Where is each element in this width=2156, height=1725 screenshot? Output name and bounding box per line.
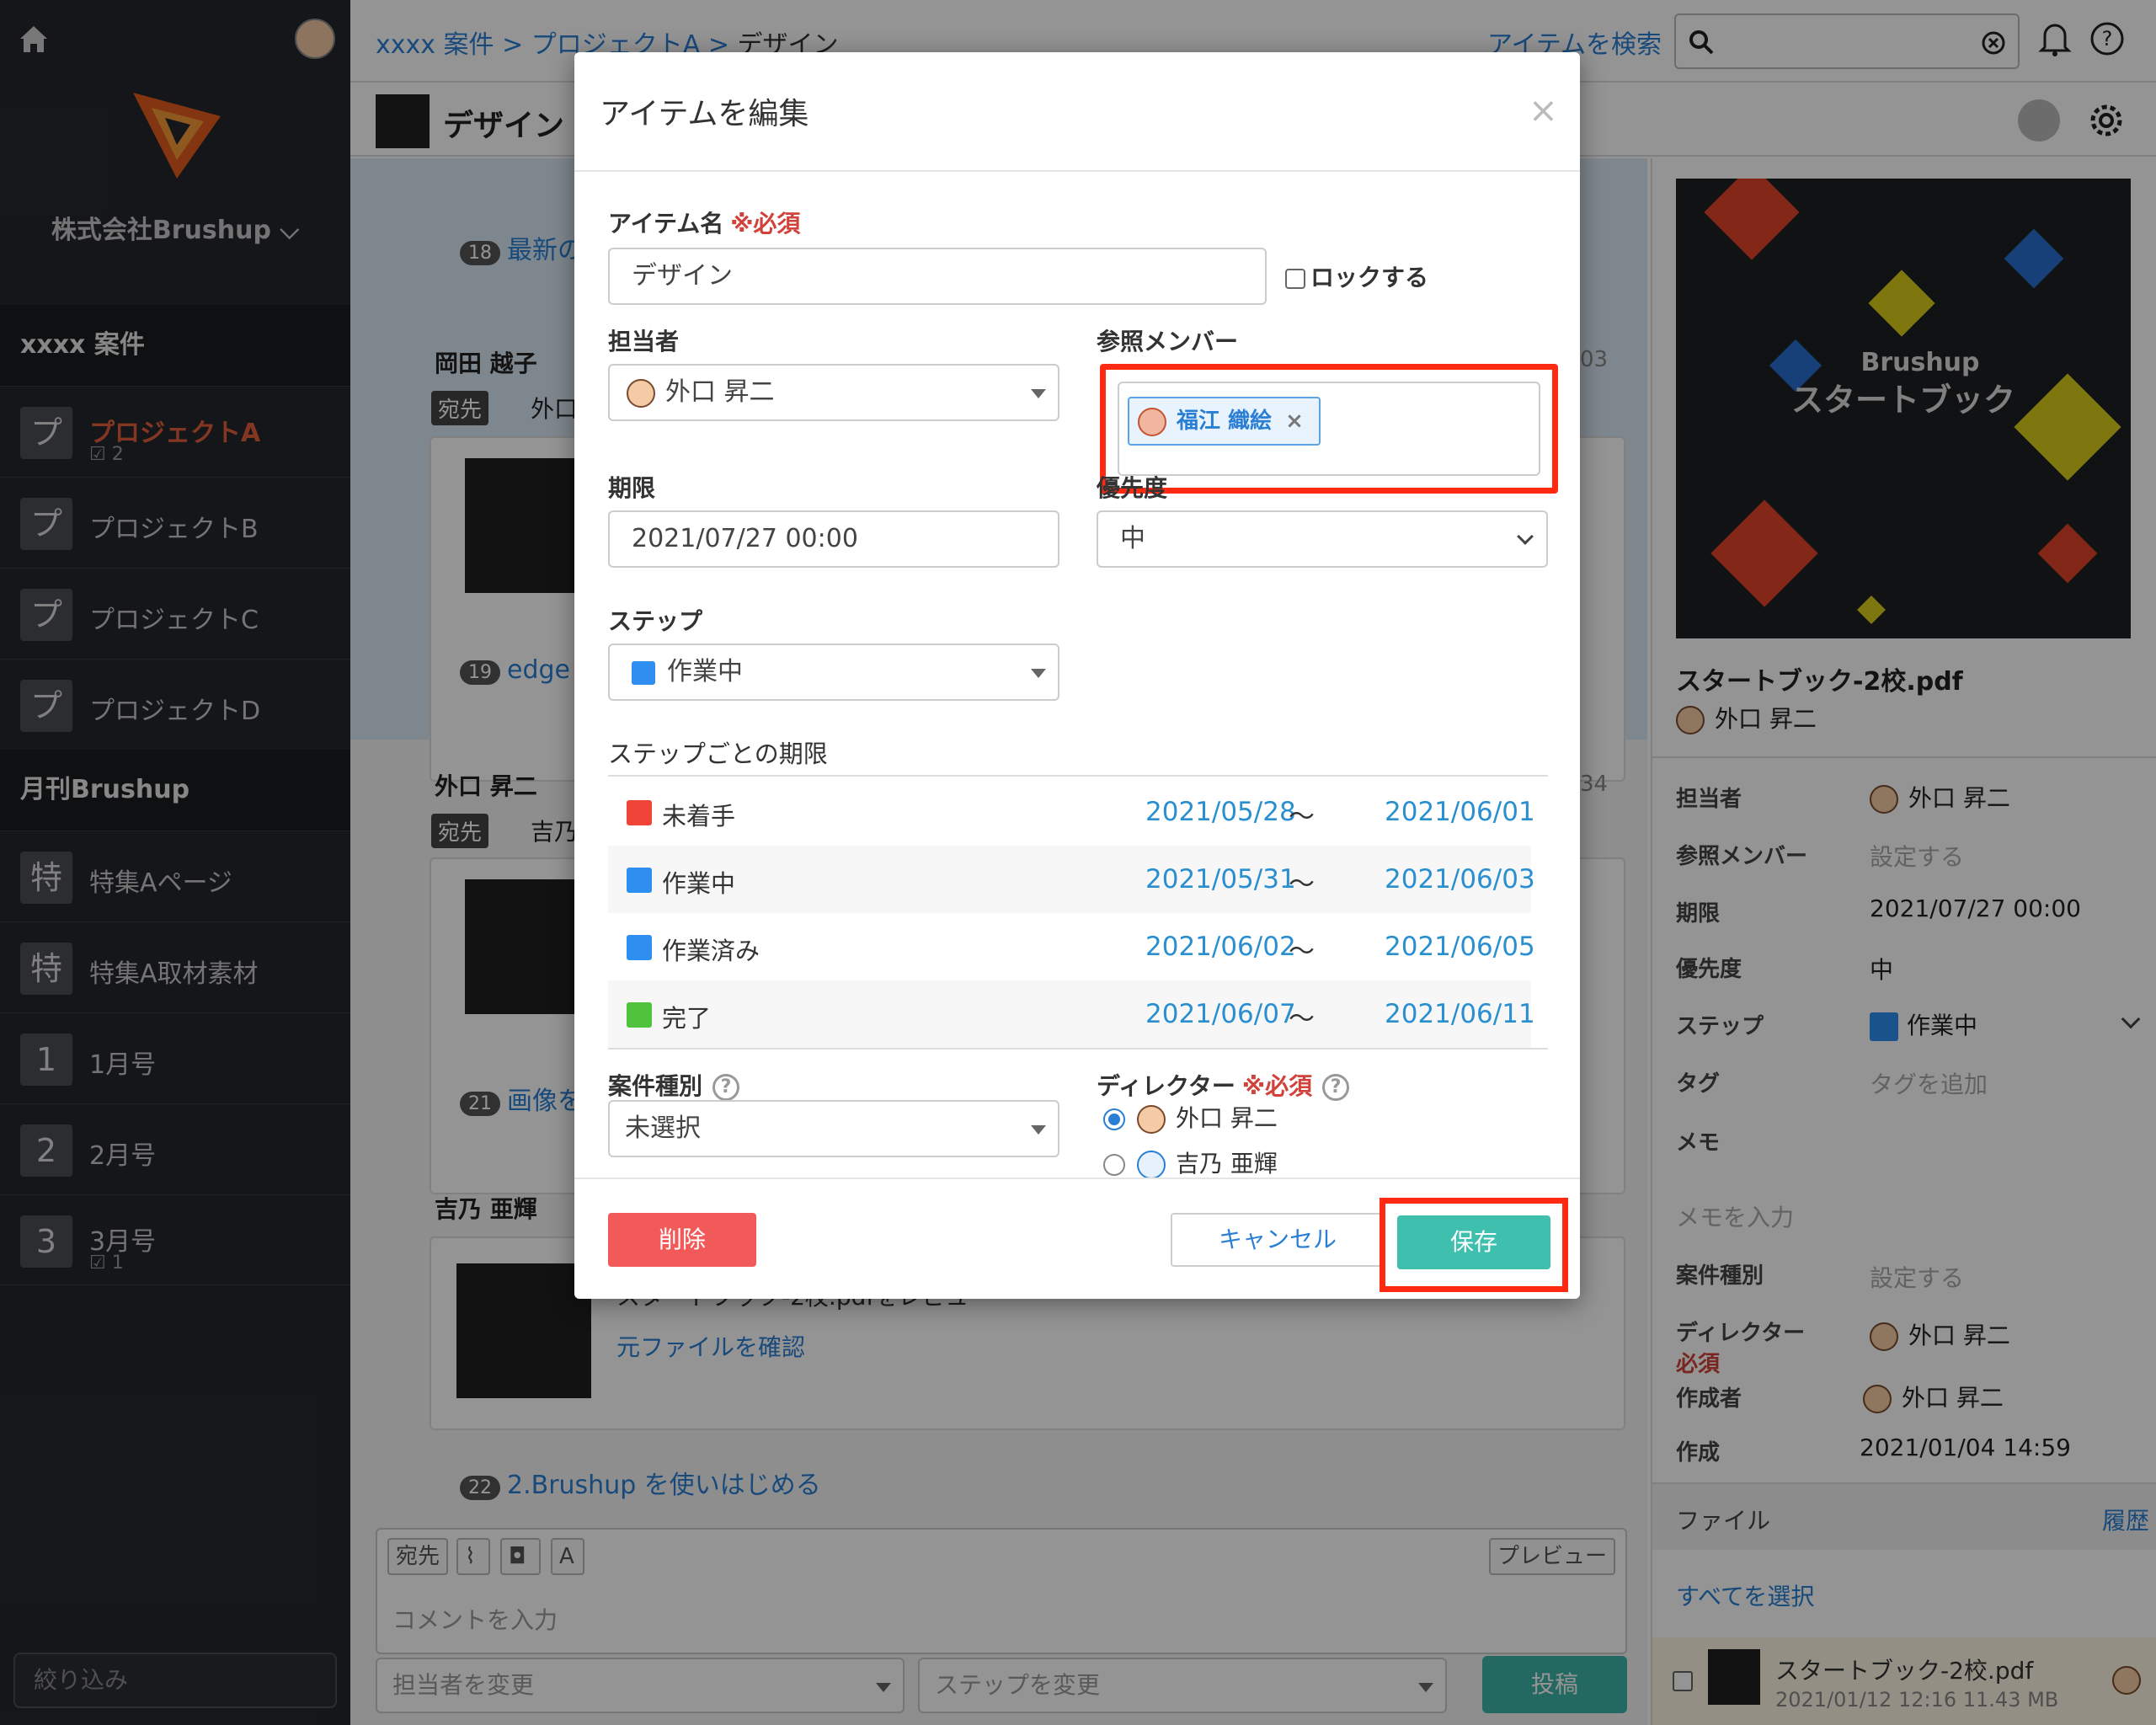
date-separator: 〜 — [1289, 869, 1315, 900]
step-color-swatch — [627, 800, 652, 825]
help-icon[interactable]: ? — [712, 1074, 740, 1101]
dropdown-arrow-icon — [1031, 389, 1046, 398]
avatar — [1137, 1151, 1166, 1179]
due-label: 期限 — [608, 474, 656, 502]
checkbox-label: ロックする — [1310, 264, 1429, 291]
step-start-date[interactable]: 2021/06/07 — [1145, 999, 1296, 1029]
edit-item-dialog: アイテムを編集 × アイテム名 ※必須 デザイン ロックする 担当者 外口 昇二 … — [574, 52, 1580, 1299]
remove-member-icon[interactable]: × — [1285, 409, 1304, 434]
save-highlight: 保存 — [1380, 1198, 1568, 1292]
step-due-label: ステップごとの期限 — [608, 740, 828, 768]
item-name-label: アイテム名 ※必須 — [608, 206, 800, 239]
dialog-header: アイテムを編集 × — [574, 52, 1580, 172]
avatar — [627, 378, 655, 408]
step-name: 未着手 — [662, 802, 736, 830]
dialog-title: アイテムを編集 — [600, 97, 809, 131]
due-input[interactable]: 2021/07/27 00:00 — [608, 510, 1059, 568]
step-end-date[interactable]: 2021/06/05 — [1385, 932, 1535, 962]
step-due-row: 完了 2021/06/07 〜 2021/06/11 — [608, 980, 1535, 1048]
radio-unselected[interactable] — [1103, 1154, 1125, 1176]
step-end-date[interactable]: 2021/06/01 — [1385, 797, 1535, 827]
lock-checkbox[interactable]: ロックする — [1285, 259, 1428, 293]
date-separator: 〜 — [1289, 937, 1315, 967]
member-name: 福江 織絵 — [1177, 409, 1273, 434]
director-label: ディレクター ※必須? — [1097, 1068, 1350, 1102]
members-label: 参照メンバー — [1097, 328, 1239, 355]
divider — [608, 1048, 1548, 1049]
dialog-footer: 削除 キャンセル 保存 — [574, 1178, 1580, 1299]
step-end-date[interactable]: 2021/06/11 — [1385, 999, 1535, 1029]
director-name: 吉乃 亜輝 — [1176, 1150, 1278, 1178]
assignee-select[interactable]: 外口 昇二 — [608, 364, 1059, 421]
priority-value: 中 — [1120, 524, 1145, 553]
assignee-name: 外口 昇二 — [665, 377, 775, 407]
step-color-swatch — [627, 868, 652, 893]
dropdown-arrow-icon — [1031, 669, 1046, 678]
avatar — [1138, 407, 1166, 436]
step-start-date[interactable]: 2021/05/28 — [1145, 797, 1296, 827]
required-mark: ※必須 — [730, 210, 801, 238]
step-color-swatch — [632, 660, 655, 685]
date-separator: 〜 — [1289, 802, 1315, 832]
step-name: 作業中 — [662, 869, 736, 898]
category-label: 案件種別? — [608, 1068, 740, 1102]
label-text: アイテム名 — [608, 210, 724, 238]
radio-selected[interactable] — [1103, 1108, 1125, 1130]
category-select[interactable]: 未選択 — [608, 1100, 1059, 1157]
step-color-swatch — [627, 935, 652, 960]
divider — [608, 775, 1548, 777]
step-name: 作業済み — [662, 937, 760, 965]
director-option-1[interactable]: 外口 昇二 — [1103, 1100, 1278, 1134]
director-name: 外口 昇二 — [1176, 1104, 1278, 1132]
label-text: 案件種別 — [608, 1072, 703, 1100]
step-start-date[interactable]: 2021/06/02 — [1145, 932, 1296, 962]
members-highlight: 福江 織絵 × — [1100, 364, 1558, 494]
member-chip[interactable]: 福江 織絵 × — [1128, 397, 1321, 446]
chevron-down-icon — [1517, 528, 1534, 545]
checkbox[interactable] — [1285, 269, 1305, 289]
step-due-row: 作業中 2021/05/31 〜 2021/06/03 — [608, 846, 1535, 913]
help-icon[interactable]: ? — [1322, 1074, 1350, 1101]
category-value: 未選択 — [625, 1114, 701, 1143]
step-due-row: 作業済み 2021/06/02 〜 2021/06/05 — [608, 913, 1535, 980]
step-due-row: 未着手 2021/05/28 〜 2021/06/01 — [608, 778, 1535, 846]
label-text: ディレクター — [1097, 1072, 1235, 1100]
step-name: 完了 — [662, 1004, 712, 1033]
step-color-swatch — [627, 1002, 652, 1028]
save-button[interactable]: 保存 — [1397, 1215, 1550, 1269]
members-input[interactable]: 福江 織絵 × — [1118, 382, 1540, 476]
director-option-2[interactable]: 吉乃 亜輝 — [1103, 1146, 1278, 1179]
step-label: ステップ — [608, 607, 703, 635]
cancel-button[interactable]: キャンセル — [1171, 1213, 1385, 1267]
delete-button[interactable]: 削除 — [608, 1213, 756, 1267]
step-start-date[interactable]: 2021/05/31 — [1145, 864, 1296, 895]
step-select[interactable]: 作業中 — [608, 644, 1059, 701]
close-icon[interactable]: × — [1529, 89, 1558, 131]
priority-label: 優先度 — [1097, 474, 1168, 502]
step-value: 作業中 — [667, 657, 743, 686]
date-separator: 〜 — [1289, 1004, 1315, 1034]
priority-select[interactable]: 中 — [1097, 510, 1548, 568]
dropdown-arrow-icon — [1031, 1125, 1046, 1135]
assignee-label: 担当者 — [608, 328, 680, 355]
avatar — [1137, 1105, 1166, 1134]
item-name-input[interactable]: デザイン — [608, 248, 1267, 305]
required-mark: ※必須 — [1241, 1072, 1313, 1100]
step-end-date[interactable]: 2021/06/03 — [1385, 864, 1535, 895]
